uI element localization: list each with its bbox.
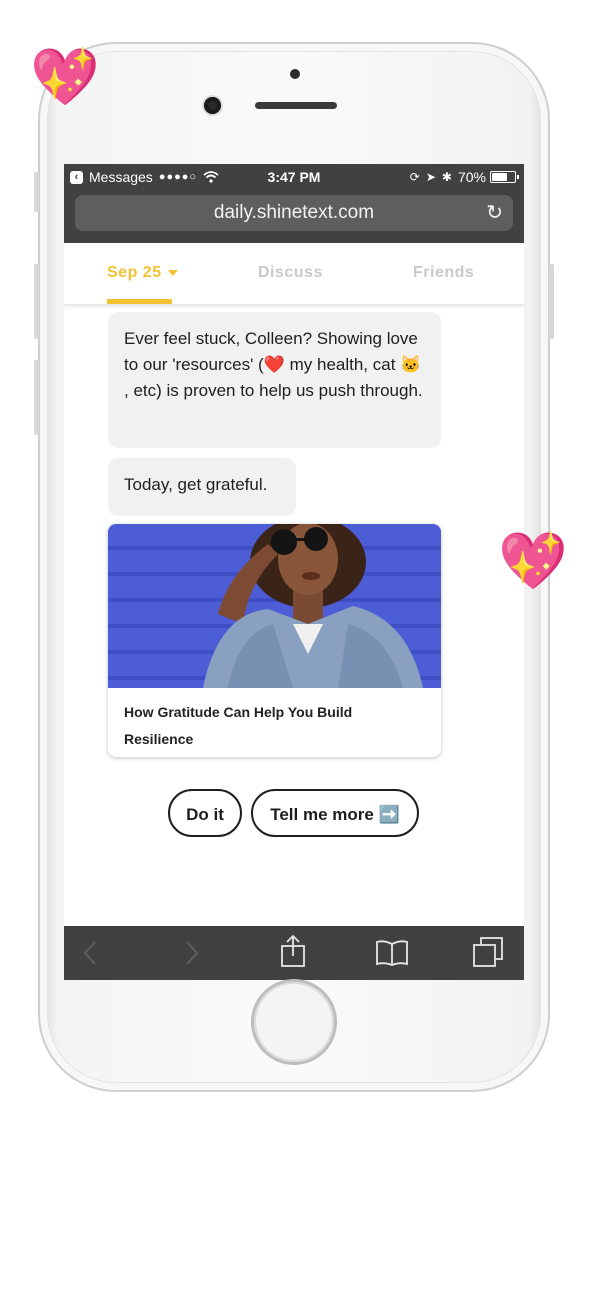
sparkling-heart-icon: 💖	[30, 45, 100, 108]
battery-icon	[490, 171, 519, 183]
chevron-down-icon	[167, 269, 178, 276]
share-icon[interactable]	[280, 934, 306, 968]
earpiece-speaker	[255, 102, 337, 109]
back-arrow-icon[interactable]	[82, 940, 98, 966]
bluetooth-icon: ✱	[441, 170, 452, 184]
volume-down-button	[34, 360, 39, 435]
location-icon: ➤	[425, 170, 436, 184]
woman-in-sunglasses-illustration	[203, 524, 423, 688]
battery-percent: 70%	[457, 169, 486, 185]
battery-level-fill	[492, 173, 507, 181]
proximity-sensor	[290, 69, 300, 79]
tabs-icon[interactable]	[472, 936, 504, 968]
tab-friends[interactable]: Friends	[413, 264, 474, 282]
do-it-button[interactable]: Do it	[168, 789, 242, 837]
phone-screen: ‹ Messages ●●●●○ 3:47 PM ⟳ ➤ ✱ 70% daily…	[64, 164, 524, 980]
tell-me-more-button[interactable]: Tell me more ➡️	[251, 789, 419, 837]
browser-toolbar	[64, 926, 524, 980]
article-image	[108, 524, 441, 688]
volume-up-button	[34, 264, 39, 339]
power-button	[549, 264, 554, 339]
address-bar[interactable]: daily.shinetext.com ↻	[75, 195, 513, 231]
reload-icon[interactable]: ↻	[486, 195, 503, 231]
message-bubble: Today, get grateful.	[108, 458, 296, 516]
status-bar: ‹ Messages ●●●●○ 3:47 PM ⟳ ➤ ✱ 70%	[64, 164, 524, 191]
mute-switch	[34, 172, 39, 212]
status-right: ⟳ ➤ ✱ 70%	[409, 169, 519, 185]
message-bubble: Ever feel stuck, Colleen? Showing love t…	[108, 312, 441, 448]
url-text[interactable]: daily.shinetext.com	[214, 202, 374, 223]
tab-sep-25-label: Sep 25	[107, 264, 162, 281]
rotation-lock-icon: ⟳	[409, 170, 420, 184]
article-title[interactable]: How Gratitude Can Help You Build Resilie…	[124, 699, 424, 753]
tab-sep-25[interactable]: Sep 25	[107, 264, 178, 282]
front-camera	[204, 97, 221, 114]
article-card[interactable]: How Gratitude Can Help You Build Resilie…	[108, 524, 441, 757]
battery-tip	[517, 175, 519, 179]
browser-address-area: daily.shinetext.com ↻	[64, 191, 524, 243]
tab-bar: Sep 25 Discuss Friends	[64, 243, 524, 305]
active-tab-indicator	[107, 299, 172, 304]
tab-discuss[interactable]: Discuss	[258, 264, 323, 282]
forward-arrow-icon[interactable]	[184, 940, 200, 966]
sparkling-heart-icon: 💖	[498, 529, 568, 592]
bookmarks-icon[interactable]	[375, 938, 409, 966]
home-button[interactable]	[254, 982, 334, 1062]
